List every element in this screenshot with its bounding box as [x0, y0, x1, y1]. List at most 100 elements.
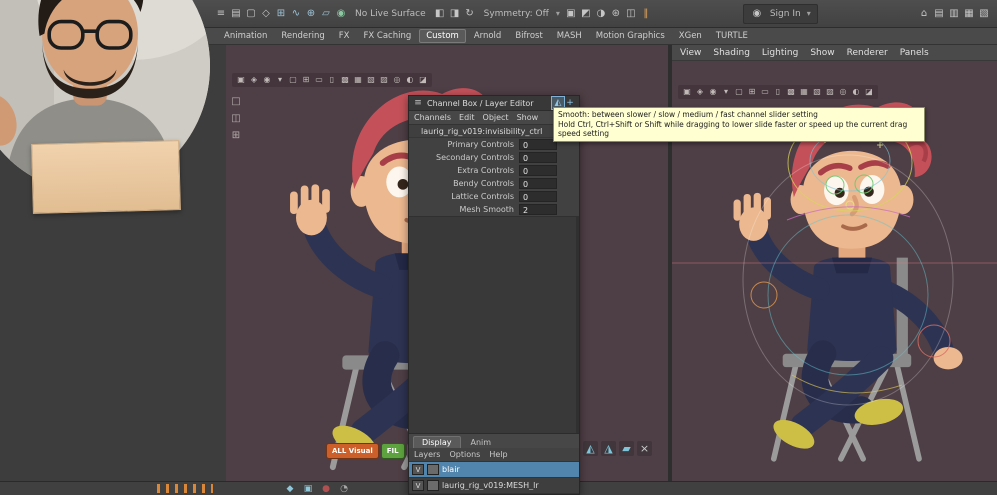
layer-visibility-toggle[interactable]: V	[412, 464, 424, 475]
channel-label[interactable]: Primary Controls	[409, 140, 519, 149]
panel-menu-icon[interactable]: ≡	[412, 97, 424, 109]
channel-label[interactable]: Mesh Smooth	[409, 205, 519, 214]
snap-to-point-icon[interactable]: ⊕	[304, 7, 318, 21]
character-set-icon[interactable]: ◆	[284, 483, 296, 495]
shelf-tab-animation[interactable]: Animation	[218, 30, 273, 42]
shelf-tab-bifrost[interactable]: Bifrost	[509, 30, 548, 42]
close-icon[interactable]: ×	[637, 441, 652, 456]
object-mode-icon[interactable]: ▢	[244, 7, 258, 21]
auto-key-icon[interactable]: ●	[320, 483, 332, 495]
channel-attributes: Primary Controls 0 Secondary Controls 0 …	[409, 138, 579, 216]
menu-object[interactable]: Object	[483, 113, 509, 122]
selection-snap-icons-group: ≡ ▤ ▢ ◇ ⊞ ∿ ⊕ ▱ ◉	[214, 7, 348, 21]
menu-layers[interactable]: Layers	[414, 450, 440, 459]
pause-icon[interactable]: ‖	[639, 7, 653, 21]
output-connections-icon[interactable]: ◨	[448, 7, 462, 21]
snap-to-plane-icon[interactable]: ▱	[319, 7, 333, 21]
render-current-frame-icon[interactable]: ◩	[579, 7, 593, 21]
single-pane-layout-icon[interactable]: □	[229, 95, 243, 109]
shelf-tab-rendering[interactable]: Rendering	[275, 30, 330, 42]
channel-value-field[interactable]: 0	[519, 191, 557, 202]
menu-channels[interactable]: Channels	[414, 113, 451, 122]
sign-in-menu[interactable]: ◉ Sign In ▾	[742, 3, 818, 24]
channel-value-field[interactable]: 2	[519, 204, 557, 215]
shelf-tab-mash[interactable]: MASH	[551, 30, 588, 42]
time-display-icon[interactable]: ◔	[338, 483, 350, 495]
shelf-tab-xgen[interactable]: XGen	[673, 30, 708, 42]
tab-anim[interactable]: Anim	[463, 437, 500, 448]
channel-label[interactable]: Lattice Controls	[409, 192, 519, 201]
two-pane-layout-icon[interactable]: ◫	[229, 112, 243, 126]
menu-renderer[interactable]: Renderer	[847, 48, 888, 58]
layer-color-swatch[interactable]	[427, 464, 439, 475]
paint-tool-icon[interactable]: ◮	[601, 441, 616, 456]
menu-shading[interactable]: Shading	[713, 48, 750, 58]
channel-box-panel-icon[interactable]: ▥	[947, 7, 961, 21]
component-mode-icon[interactable]: ◇	[259, 7, 273, 21]
maya-window: ≡ ▤ ▢ ◇ ⊞ ∿ ⊕ ▱ ◉ No Live Surface ◧ ◨ ↻ Symmetry: …	[0, 0, 997, 495]
channel-row: Secondary Controls 0	[409, 151, 579, 164]
layer-editor-tabs: Display Anim	[409, 433, 579, 448]
menu-show[interactable]: Show	[810, 48, 834, 58]
lock-camera-icon[interactable]: ◈	[694, 86, 706, 98]
snap-to-grid-icon[interactable]: ⊞	[274, 7, 288, 21]
snap-to-curve-icon[interactable]: ∿	[289, 7, 303, 21]
outliner-panel-icon[interactable]: ▤	[932, 7, 946, 21]
channel-value-field[interactable]: 0	[519, 178, 557, 189]
make-live-icon[interactable]: ◉	[334, 7, 348, 21]
layer-visibility-toggle[interactable]: V	[412, 480, 424, 491]
shelf-tab-motion-graphics[interactable]: Motion Graphics	[590, 30, 671, 42]
channel-row: Bendy Controls 0	[409, 177, 579, 190]
four-pane-layout-icon[interactable]: ⊞	[229, 129, 243, 143]
picker-fil-button[interactable]: FIL	[380, 443, 405, 459]
anim-layer-icon[interactable]: ▣	[302, 483, 314, 495]
symmetry-dropdown[interactable]: Symmetry: Off	[481, 9, 552, 19]
no-live-surface-label[interactable]: No Live Surface	[352, 9, 429, 19]
layer-row-selected[interactable]: V blair	[409, 462, 579, 478]
sculpt-tool-icon[interactable]: ◭	[583, 441, 598, 456]
menu-panels[interactable]: Panels	[900, 48, 929, 58]
attribute-editor-panel-icon[interactable]: ▦	[962, 7, 976, 21]
quick-layout-buttons: □ ◫ ⊞	[229, 95, 243, 143]
layer-row[interactable]: V laurig_rig_v019:MESH_lr	[409, 478, 579, 494]
shelf-tab-fx[interactable]: FX	[333, 30, 356, 42]
lock-camera-icon[interactable]: ◈	[248, 74, 260, 86]
shelf-tab-custom[interactable]: Custom	[419, 29, 466, 43]
menu-help[interactable]: Help	[489, 450, 507, 459]
shelf-tab-arnold[interactable]: Arnold	[468, 30, 508, 42]
grease-pencil-icon[interactable]: ▰	[619, 441, 634, 456]
layer-color-swatch[interactable]	[427, 480, 439, 491]
menu-options[interactable]: Options	[449, 450, 480, 459]
select-camera-icon[interactable]: ▣	[235, 74, 247, 86]
construction-history-icon[interactable]: ↻	[463, 7, 477, 21]
menu-view[interactable]: View	[680, 48, 701, 58]
render-view-icon[interactable]: ▣	[564, 7, 578, 21]
channel-label[interactable]: Extra Controls	[409, 166, 519, 175]
menu-edit[interactable]: Edit	[459, 113, 475, 122]
menu-show[interactable]: Show	[517, 113, 539, 122]
camera-attributes-icon[interactable]: ◉	[707, 86, 719, 98]
hypershade-icon[interactable]: ◫	[624, 7, 638, 21]
channel-value-field[interactable]: 0	[519, 139, 557, 150]
channel-value-field[interactable]: 0	[519, 165, 557, 176]
render-settings-icon[interactable]: ⊛	[609, 7, 623, 21]
shelf-tab-fx-caching[interactable]: FX Caching	[357, 30, 417, 42]
select-camera-icon[interactable]: ▣	[681, 86, 693, 98]
shelf-tab-turtle[interactable]: TURTLE	[710, 30, 754, 42]
channel-label[interactable]: Secondary Controls	[409, 153, 519, 162]
input-connections-icon[interactable]: ◧	[433, 7, 447, 21]
hierarchy-mode-icon[interactable]: ▤	[229, 7, 243, 21]
tab-display[interactable]: Display	[413, 436, 461, 448]
channel-label[interactable]: Bendy Controls	[409, 179, 519, 188]
tool-settings-panel-icon[interactable]: ▧	[977, 7, 991, 21]
channel-value-field[interactable]: 0	[519, 152, 557, 163]
workspace-selector-icon[interactable]: ⌂	[917, 7, 931, 21]
range-ticks	[157, 484, 213, 493]
panel-toggle-icons-group: ⌂ ▤ ▥ ▦ ▧	[917, 7, 991, 21]
ipr-render-icon[interactable]: ◑	[594, 7, 608, 21]
picker-all-visual-button[interactable]: ALL Visual	[326, 443, 379, 459]
selection-mask-menu-icon[interactable]: ≡	[214, 7, 228, 21]
chevron-down-icon[interactable]: ▾	[556, 9, 560, 18]
channel-box-empty-area[interactable]	[409, 216, 579, 433]
menu-lighting[interactable]: Lighting	[762, 48, 798, 58]
